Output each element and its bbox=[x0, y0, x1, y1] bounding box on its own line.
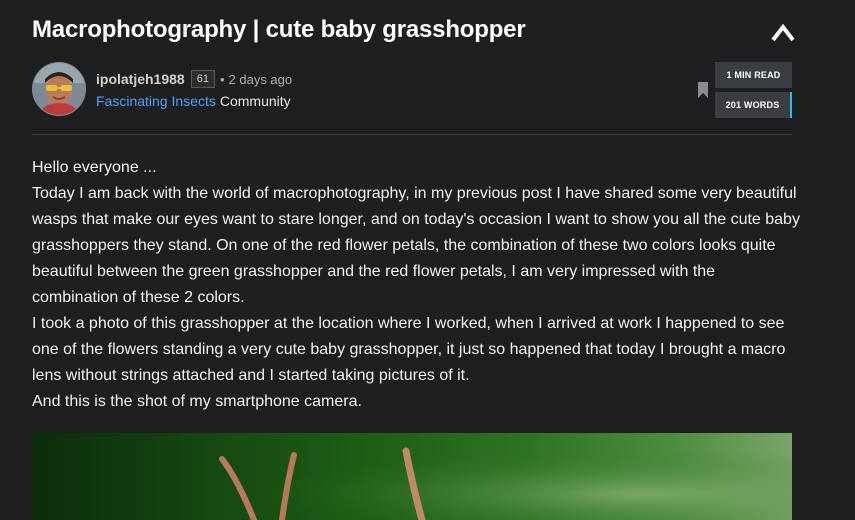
avatar-image bbox=[33, 63, 85, 115]
avatar[interactable] bbox=[32, 62, 86, 116]
reputation-badge: 61 bbox=[190, 70, 215, 88]
body-paragraph: And this is the shot of my smartphone ca… bbox=[32, 393, 362, 410]
body-paragraph: Today I am back with the world of macrop… bbox=[32, 185, 800, 306]
word-count-badge: 201 WORDS bbox=[715, 92, 792, 118]
separator-dot: • bbox=[219, 71, 225, 87]
community-suffix: Community bbox=[219, 93, 291, 109]
grasshopper-photo bbox=[32, 433, 792, 520]
bookmark-icon bbox=[698, 82, 708, 98]
collapse-button[interactable] bbox=[770, 22, 796, 44]
body-paragraph: Hello everyone ... bbox=[32, 159, 157, 176]
post-title: Macrophotography | cute baby grasshopper bbox=[32, 16, 526, 43]
community-line: Fascinating Insects Community bbox=[96, 93, 291, 109]
read-time-badge: 1 MIN READ bbox=[715, 62, 792, 88]
author-line: ipolatjeh1988 61 • 2 days ago bbox=[96, 70, 292, 88]
body-paragraph: I took a photo of this grasshopper at th… bbox=[32, 315, 786, 384]
author-name[interactable]: ipolatjeh1988 bbox=[96, 71, 185, 87]
post-image[interactable] bbox=[32, 433, 792, 520]
bookmark-button[interactable] bbox=[697, 82, 709, 98]
author-block: ipolatjeh1988 61 • 2 days ago Fascinatin… bbox=[32, 62, 792, 118]
community-link[interactable]: Fascinating Insects bbox=[96, 93, 216, 109]
header-divider bbox=[32, 134, 792, 135]
post-time[interactable]: 2 days ago bbox=[229, 72, 293, 87]
chevron-up-icon bbox=[771, 23, 795, 42]
post-body: Hello everyone ... Today I am back with … bbox=[32, 155, 802, 415]
